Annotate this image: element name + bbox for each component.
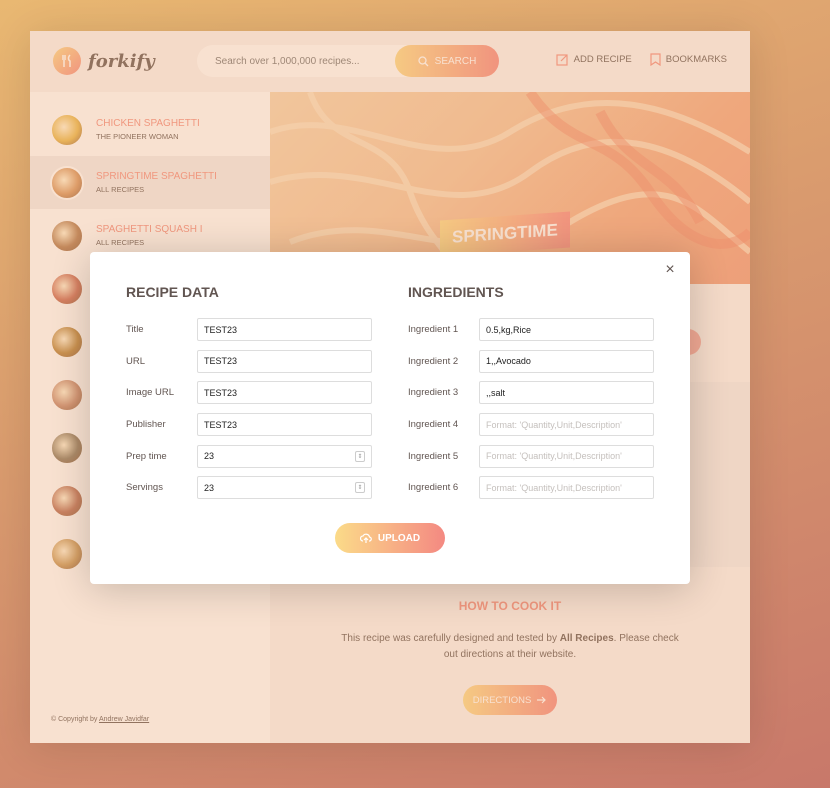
recipe-input[interactable]: TEST23 <box>197 318 372 341</box>
ingredients-column: INGREDIENTS Ingredient 1 0.5,kg,Rice Ingre… <box>408 284 654 508</box>
form-row: Ingredient 5 Format: 'Quantity,Unit,Descr… <box>408 444 654 468</box>
input-value: TEST23 <box>204 356 238 367</box>
input-value: Format: 'Quantity,Unit,Description' <box>486 419 622 430</box>
upload-button-label: UPLOAD <box>377 532 421 544</box>
form-row: Ingredient 1 0.5,kg,Rice <box>408 318 654 341</box>
input-value: TEST23 <box>204 324 238 335</box>
input-value: Format: 'Quantity,Unit,Description' <box>486 451 622 462</box>
field-label: Publisher <box>126 419 166 431</box>
field-label: Ingredient 2 <box>408 355 459 367</box>
ingredient-input[interactable]: Format: 'Quantity,Unit,Description' <box>479 413 654 437</box>
upload-button[interactable]: UPLOAD <box>335 523 445 553</box>
recipe-data-heading: RECIPE DATA <box>126 284 219 300</box>
field-label: Ingredient 3 <box>408 387 459 399</box>
field-label: URL <box>126 355 146 367</box>
input-value: TEST23 <box>204 419 238 430</box>
form-row: Publisher TEST23 <box>126 413 372 437</box>
recipe-input[interactable]: 23 ⇕ <box>197 476 372 500</box>
ingredient-input[interactable]: ,,salt <box>479 381 654 405</box>
field-label: Ingredient 6 <box>408 482 459 494</box>
field-label: Ingredient 4 <box>408 419 459 431</box>
input-value: 23 <box>204 451 215 462</box>
recipe-input[interactable]: 23 ⇕ <box>197 444 372 468</box>
recipe-input[interactable]: TEST23 <box>197 413 372 437</box>
upload-cloud-icon <box>359 533 372 543</box>
field-label: Image URL <box>126 387 175 399</box>
recipe-input[interactable]: TEST23 <box>197 349 372 373</box>
spinner-icon[interactable]: ⇕ <box>355 482 365 494</box>
input-value: 0.5,kg,Rice <box>486 324 532 335</box>
input-value: TEST23 <box>204 387 238 398</box>
form-row: Image URL TEST23 <box>126 381 372 405</box>
input-value: 23 <box>204 482 215 493</box>
ingredient-input[interactable]: 1,,Avocado <box>479 349 654 373</box>
form-row: Ingredient 4 Format: 'Quantity,Unit,Descr… <box>408 413 654 437</box>
close-icon[interactable]: × <box>660 260 680 280</box>
field-label: Ingredient 1 <box>408 324 459 335</box>
field-label: Title <box>126 324 144 335</box>
ingredient-input[interactable]: Format: 'Quantity,Unit,Description' <box>479 476 654 500</box>
form-row: Ingredient 3 ,,salt <box>408 381 654 405</box>
add-recipe-modal: × RECIPE DATA Title TEST23 URL TEST23 Image … <box>90 252 690 584</box>
ingredient-input[interactable]: 0.5,kg,Rice <box>479 318 654 341</box>
spinner-icon[interactable]: ⇕ <box>355 450 365 462</box>
form-row: Ingredient 6 Format: 'Quantity,Unit,Descr… <box>408 476 654 500</box>
form-row: Servings 23 ⇕ <box>126 476 372 500</box>
ingredient-input[interactable]: Format: 'Quantity,Unit,Description' <box>479 444 654 468</box>
input-value: ,,salt <box>486 387 506 398</box>
recipe-data-column: RECIPE DATA Title TEST23 URL TEST23 Image UR… <box>126 284 372 508</box>
field-label: Prep time <box>126 450 167 462</box>
input-value: 1,,Avocado <box>486 356 531 367</box>
form-row: Prep time 23 ⇕ <box>126 444 372 468</box>
ingredients-heading: INGREDIENTS <box>408 284 504 300</box>
input-value: Format: 'Quantity,Unit,Description' <box>486 482 622 493</box>
form-row: Title TEST23 <box>126 318 372 341</box>
field-label: Ingredient 5 <box>408 450 459 462</box>
form-row: Ingredient 2 1,,Avocado <box>408 349 654 373</box>
field-label: Servings <box>126 482 163 494</box>
recipe-input[interactable]: TEST23 <box>197 381 372 405</box>
form-row: URL TEST23 <box>126 349 372 373</box>
